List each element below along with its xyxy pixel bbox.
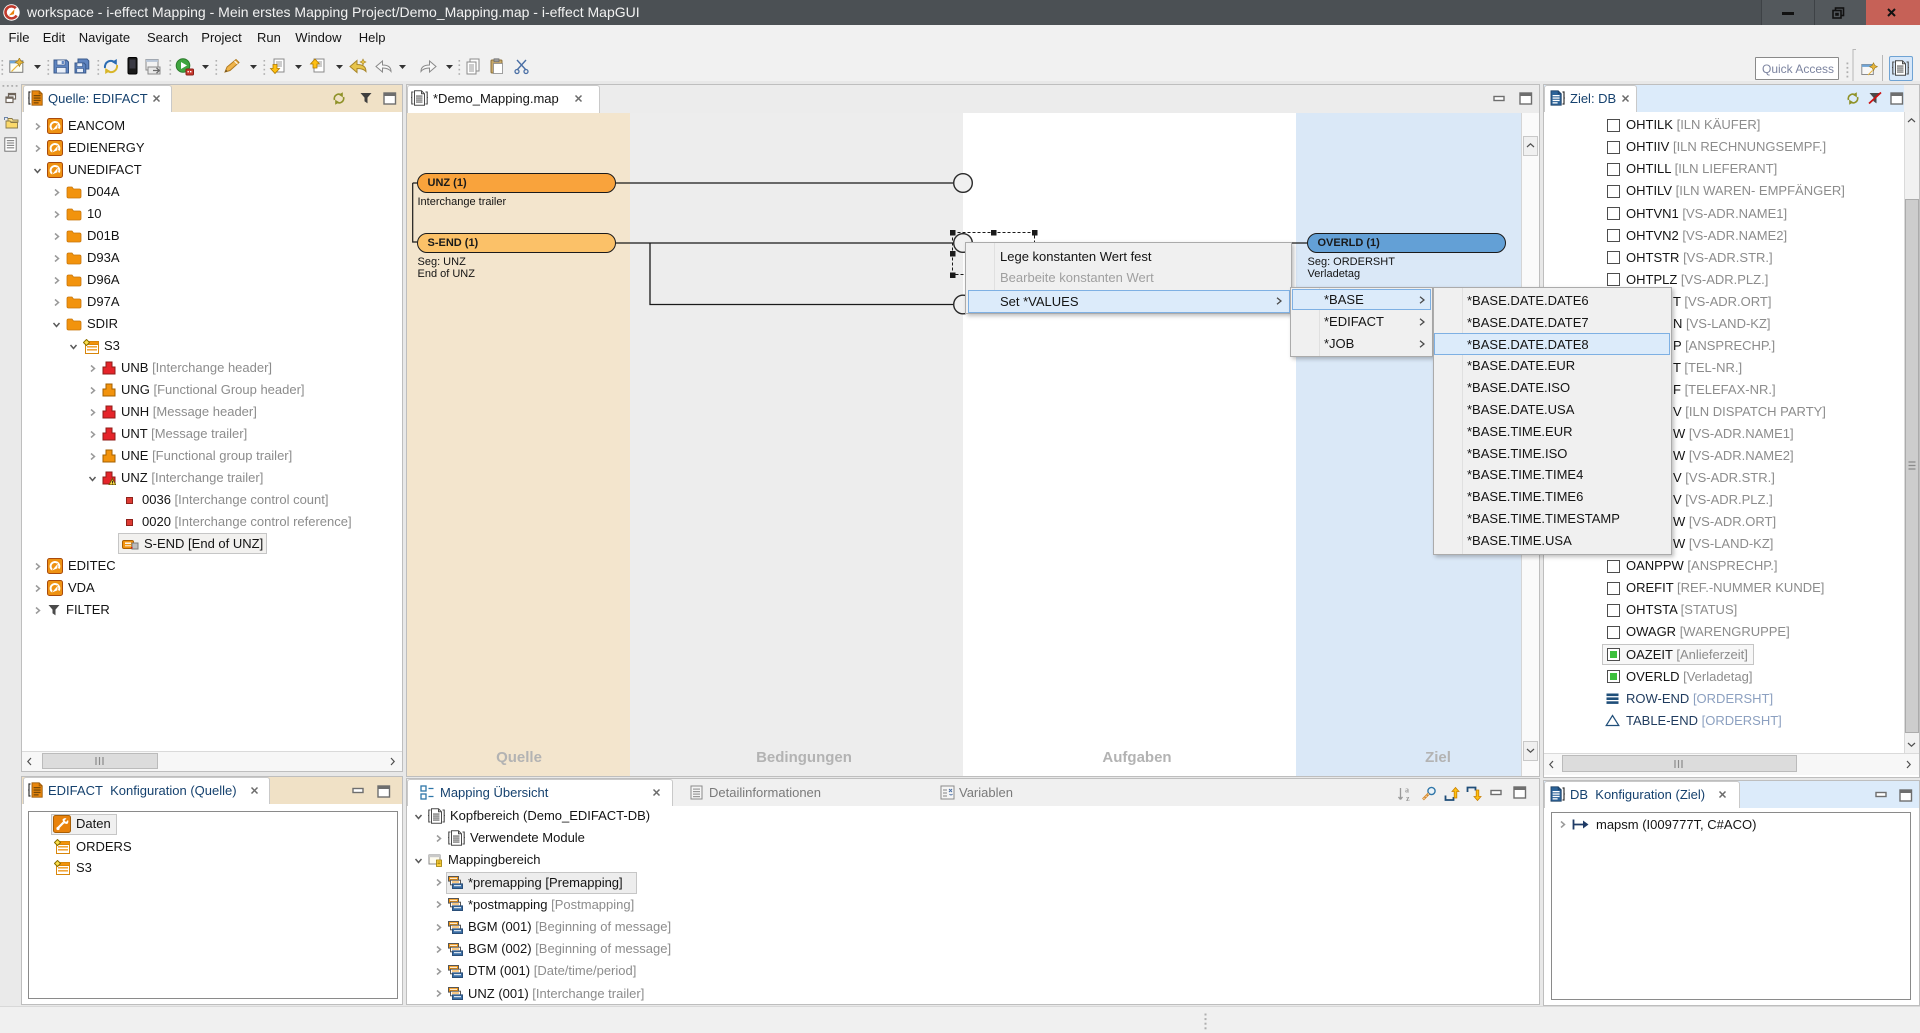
svg-text:z: z [1406,794,1410,802]
